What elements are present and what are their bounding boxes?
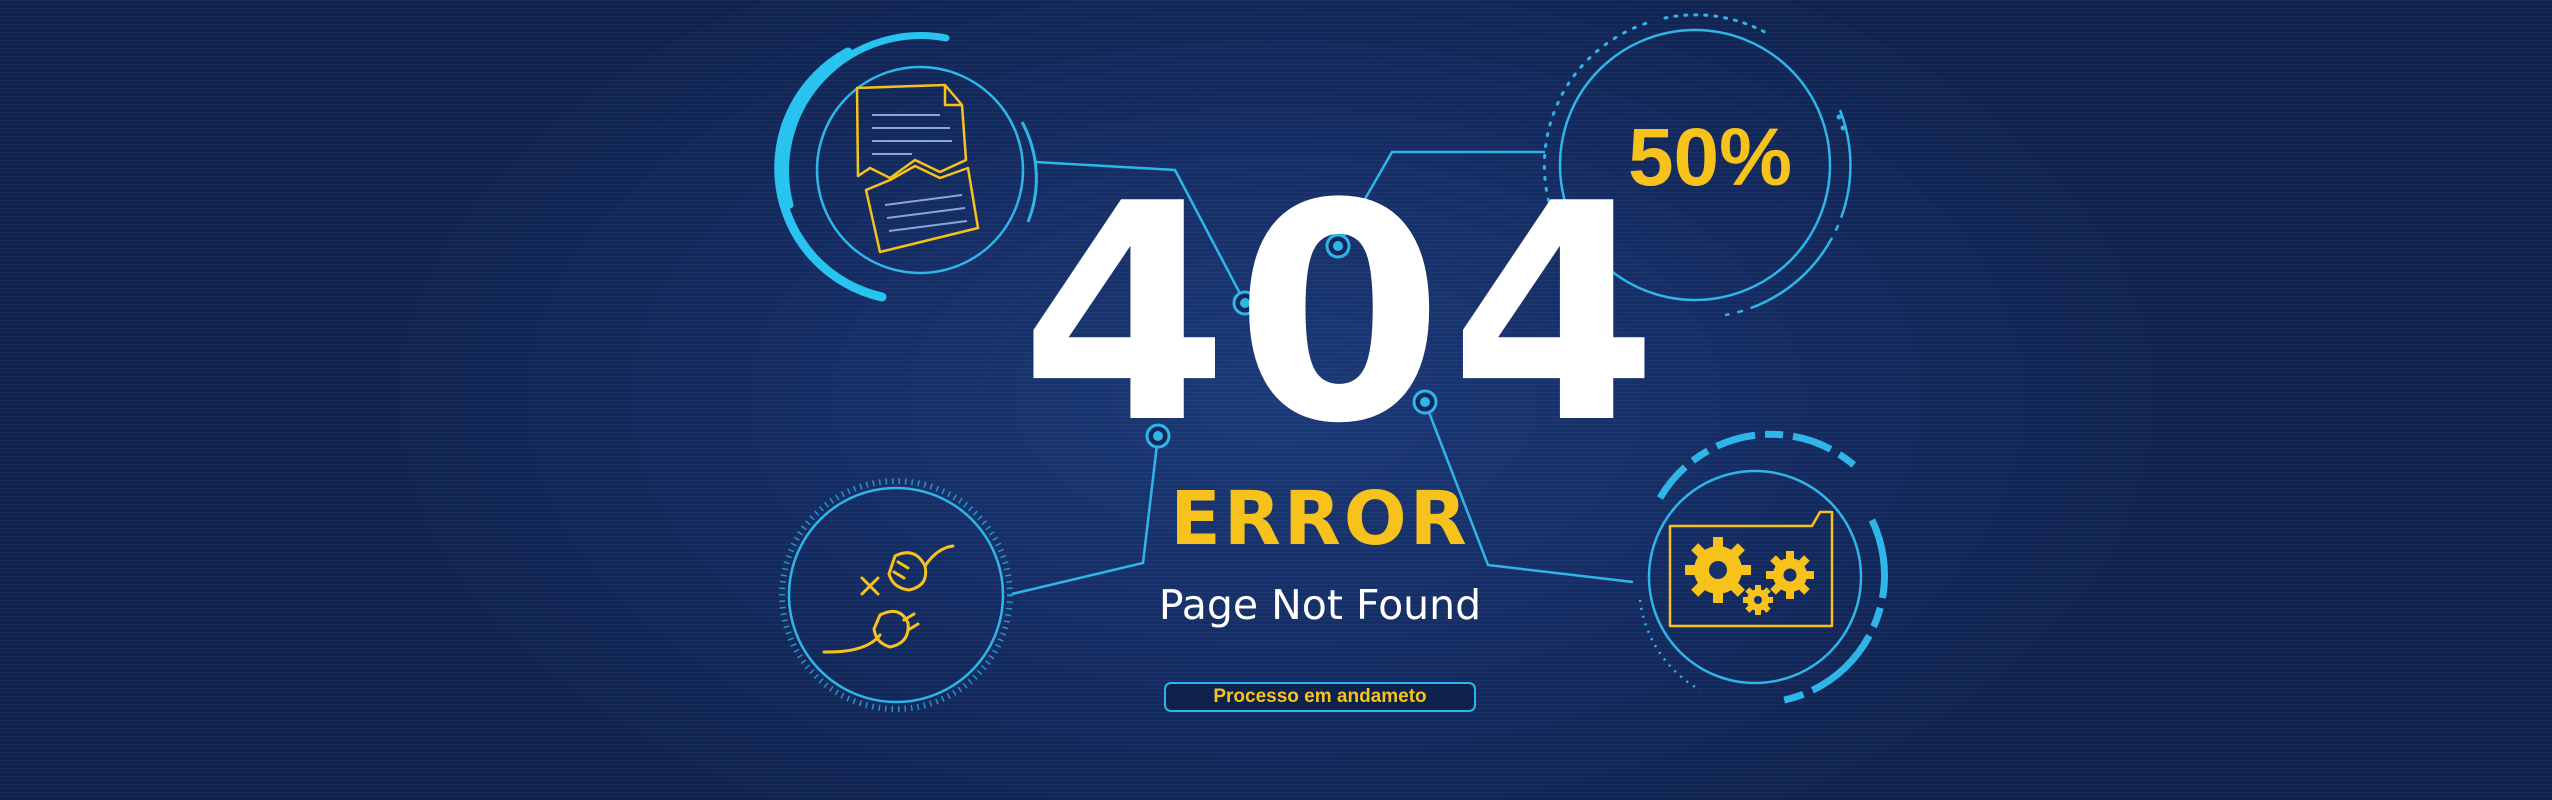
error-label: ERROR [1170, 476, 1470, 562]
folder-gears-badge [1638, 430, 1888, 705]
error-message: Page Not Found [1158, 581, 1482, 629]
error-code: 404 [1020, 140, 1665, 489]
progress-percent: 50% [1627, 112, 1793, 203]
torn-document-icon [855, 83, 980, 254]
unplugged-cable-icon [822, 544, 955, 654]
torn-document-badge [774, 32, 1038, 302]
unplugged-cable-badge [779, 478, 1013, 712]
status-badge: Processo em andameto [1164, 682, 1476, 712]
folder-gears-icon [1668, 510, 1834, 628]
